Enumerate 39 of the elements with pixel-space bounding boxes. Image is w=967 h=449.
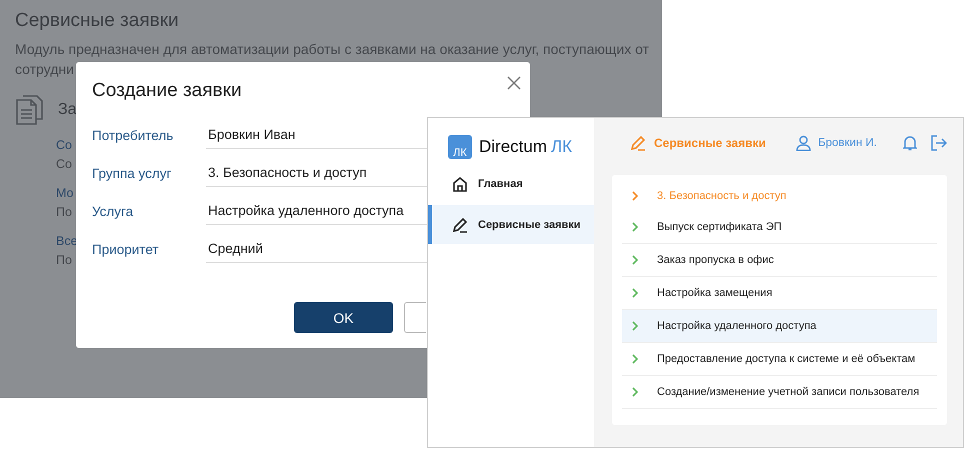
ok-button[interactable]: OK xyxy=(294,302,393,333)
service-item[interactable]: Заказ пропуска в офис xyxy=(622,244,937,277)
dialog-title: Создание заявки xyxy=(92,80,242,102)
module-description: Со xyxy=(56,156,72,173)
home-icon xyxy=(452,176,468,192)
chevron-icon xyxy=(632,255,639,265)
service-item[interactable]: Предоставление доступа к системе и её объектам xyxy=(622,343,937,376)
chevron-icon xyxy=(632,321,639,331)
service-item[interactable]: Настройка удаленного доступа xyxy=(622,310,937,343)
chevron-icon xyxy=(632,288,639,298)
page-description: сотрудни xyxy=(15,60,74,78)
chevron-icon xyxy=(632,222,639,232)
module-description: По xyxy=(56,252,72,269)
field-label: Группа услуг xyxy=(92,166,172,180)
logo-icon: ЛК xyxy=(448,134,472,158)
section-heading: За xyxy=(58,101,77,119)
chevron-icon xyxy=(632,354,639,364)
pencil-icon xyxy=(630,135,646,151)
sidebar-item[interactable]: Сервисные заявки xyxy=(428,205,594,244)
service-item[interactable]: Создание/изменение учетной записи пользователя xyxy=(622,376,937,409)
user-icon xyxy=(796,135,812,151)
section-title: Сервисные заявки xyxy=(654,136,766,150)
page-description: Модуль предназначен для автоматизации работы с заявками на оказание услуг, поступающих от xyxy=(15,40,649,58)
logo-text: Directum xyxy=(479,136,548,156)
module-description: По xyxy=(56,204,72,221)
logo-suffix: ЛК xyxy=(551,136,572,156)
sidebar-item[interactable]: Главная xyxy=(428,164,594,203)
service-item[interactable]: Выпуск сертификата ЭП xyxy=(622,211,937,244)
page-title: Сервисные заявки xyxy=(15,10,180,32)
logout-icon[interactable] xyxy=(931,135,947,151)
field-label: Услуга xyxy=(92,204,134,218)
field-label: Приоритет xyxy=(92,242,160,256)
chevron-icon xyxy=(632,387,639,397)
chevron-icon xyxy=(632,191,639,201)
secondary-button[interactable] xyxy=(404,302,426,333)
field-label: Потребитель xyxy=(92,128,174,142)
pencil-icon xyxy=(452,216,468,232)
notifications-icon[interactable] xyxy=(903,135,917,151)
close-icon[interactable] xyxy=(507,76,521,90)
